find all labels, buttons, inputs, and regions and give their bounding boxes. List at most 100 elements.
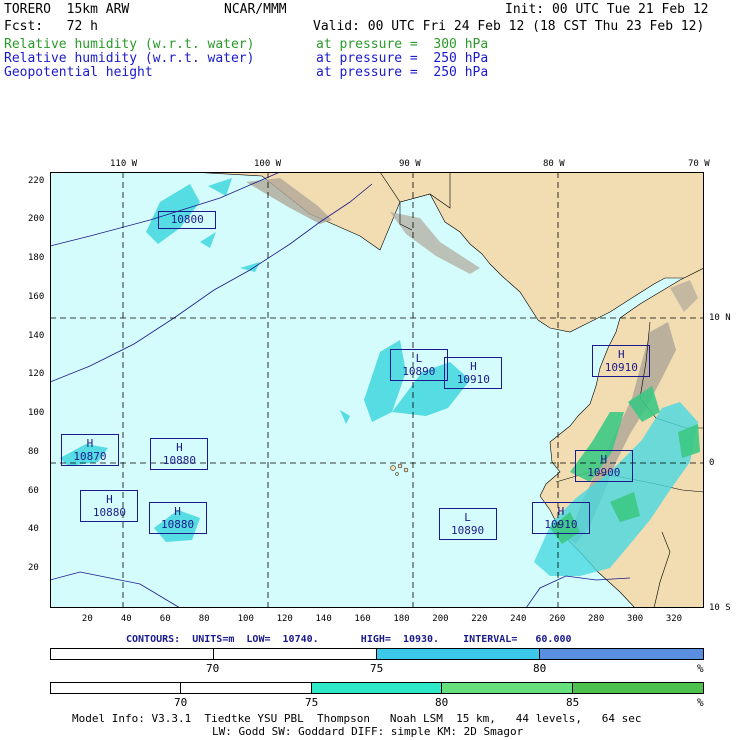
pressure-center-value: 10910 — [456, 372, 490, 386]
pressure-center-value: 10870 — [73, 450, 107, 464]
lon-label-90w: 90 W — [399, 159, 421, 169]
y-grid-tick: 220 — [28, 175, 45, 186]
y-grid-tick: 120 — [28, 369, 45, 380]
pressure-center-box: L 10890 — [438, 507, 497, 540]
x-grid-tick: 320 — [665, 614, 683, 624]
x-grid-tick: 300 — [626, 614, 644, 624]
x-grid-tick: 280 — [588, 614, 605, 624]
colorbar-250-label-70: 70 — [206, 662, 220, 675]
lon-label-110w: 110 W — [110, 159, 138, 169]
x-grid-tick: 200 — [432, 614, 449, 624]
x-grid-tick: 220 — [471, 614, 488, 624]
pressure-center-value: 10890 — [402, 364, 436, 378]
weather-map[interactable]: 10800 L 10890 H 10910 H 10910 H 10870 H 10880 H 1090… — [50, 172, 704, 608]
colorbar-300-label-80: 80 — [435, 696, 449, 709]
x-grid-tick: 100 — [237, 614, 254, 624]
colorbar-250-label-75: 75 — [370, 662, 384, 675]
pressure-center-box: H 10910 — [444, 356, 503, 389]
colorbar-segment — [214, 649, 377, 659]
y-grid-tick: 100 — [28, 408, 45, 419]
valid-time: Valid: 00 UTC Fri 24 Feb 12 (18 CST Thu … — [313, 19, 705, 34]
pressure-center-value: 10880 — [162, 453, 197, 467]
pressure-center-value: 10900 — [587, 465, 621, 479]
y-grid-tick: 40 — [28, 524, 39, 535]
colorbar-300-label-85: 85 — [566, 696, 580, 709]
y-grid-tick: 180 — [28, 253, 45, 264]
pressure-center-type: H — [557, 504, 565, 518]
galapagos-island — [397, 463, 403, 469]
pressure-center-box: H 10910 — [592, 344, 651, 377]
x-grid-tick: 60 — [159, 614, 171, 624]
pressure-center-box: H 10910 — [531, 501, 590, 534]
lat-label-10s: 10 S — [709, 603, 731, 613]
pressure-center-box: H 10880 — [148, 501, 207, 534]
forecast-hour: Fcst: 72 h — [4, 19, 98, 34]
galapagos-island — [395, 472, 399, 476]
pressure-center-value: 10880 — [92, 506, 126, 520]
center-name: NCAR/MMM — [224, 2, 287, 17]
pressure-center-type: H — [470, 359, 477, 373]
x-grid-tick: 260 — [549, 614, 566, 624]
x-grid-tick: 240 — [510, 614, 527, 624]
colorbar-segment — [51, 683, 182, 693]
pressure-center-value: 10880 — [160, 517, 195, 531]
x-grid-tick: 160 — [354, 614, 371, 624]
pressure-center-type: L — [464, 510, 471, 524]
model-info-line2: LW: Godd SW: Goddard DIFF: simple KM: 2D… — [212, 725, 524, 738]
pressure-center-value: 10910 — [604, 360, 638, 374]
model-info-line1: Model Info: V3.3.1 Tiedtke YSU PBL Thomp… — [72, 712, 642, 725]
galapagos-island — [390, 465, 396, 471]
galapagos-island — [403, 467, 409, 473]
pressure-center-type: H — [106, 493, 113, 507]
pressure-center-box: 10800 — [158, 210, 217, 229]
pressure-center-box: H 10870 — [60, 434, 119, 467]
lat-label-0: 0 — [709, 458, 715, 468]
pressure-center-box: L 10890 — [389, 348, 448, 381]
x-grid-tick: 40 — [120, 614, 132, 624]
colorbar-segment — [442, 683, 573, 693]
x-grid-tick: 80 — [198, 614, 210, 624]
pressure-center-value: 10890 — [450, 523, 485, 537]
lon-label-80w: 80 W — [543, 159, 565, 169]
map-svg — [50, 172, 704, 608]
colorbar-300-label-75: 75 — [305, 696, 319, 709]
x-grid-tick: 20 — [81, 614, 93, 624]
pressure-center-box: H 10900 — [574, 449, 633, 482]
colorbar-segment — [181, 683, 312, 693]
pressure-center-type: H — [617, 347, 625, 361]
init-time: Init: 00 UTC Tue 21 Feb 12 — [505, 2, 709, 17]
y-grid-tick: 140 — [28, 330, 45, 341]
y-grid-tick: 200 — [28, 214, 45, 225]
pressure-center-box: H 10880 — [80, 490, 139, 523]
pressure-center-type: H — [174, 504, 181, 518]
y-grid-tick: 60 — [28, 485, 39, 496]
x-grid-tick: 120 — [276, 614, 293, 624]
field-2-name: Relative humidity (w.r.t. water) — [4, 51, 255, 66]
pressure-center-type: H — [600, 452, 608, 466]
pressure-center-type: H — [176, 440, 183, 454]
model-name: TORERO 15km ARW — [4, 2, 130, 17]
colorbar-segment — [311, 683, 443, 693]
pressure-center-value: 10910 — [544, 517, 578, 531]
colorbar-300hpa — [50, 682, 704, 694]
field-3-level: at pressure = 250 hPa — [316, 65, 489, 80]
colorbar-segment — [540, 649, 703, 659]
colorbar-250-label-80: 80 — [533, 662, 547, 675]
x-grid-tick: 180 — [393, 614, 410, 624]
lon-label-70w: 70 W — [688, 159, 710, 169]
colorbar-300-label-pct: % — [697, 696, 704, 709]
pressure-center-box: H 10880 — [150, 437, 209, 470]
field-1-name: Relative humidity (w.r.t. water) — [4, 37, 255, 52]
colorbar-250hpa — [50, 648, 704, 660]
field-3-name: Geopotential height — [4, 65, 153, 80]
field-2-level: at pressure = 250 hPa — [316, 51, 489, 66]
y-grid-tick: 80 — [28, 446, 39, 457]
x-grid-tick: 140 — [315, 614, 332, 624]
lat-label-10n: 10 N — [709, 313, 731, 323]
pressure-center-type: H — [86, 437, 94, 451]
colorbar-segment — [572, 683, 703, 693]
colorbar-segment — [377, 649, 540, 659]
pressure-center-type: L — [415, 351, 423, 365]
y-grid-tick: 20 — [28, 563, 39, 574]
colorbar-segment — [51, 649, 214, 659]
